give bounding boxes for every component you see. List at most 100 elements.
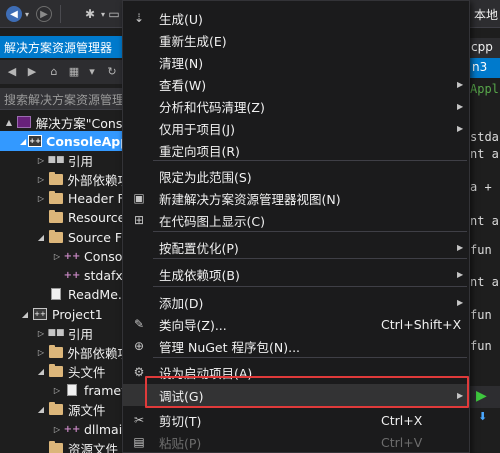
- solution-explorer-search[interactable]: 搜索解决方案资源管理: [0, 88, 130, 110]
- code-line: Appl: [470, 82, 499, 96]
- nuget-icon: ⊕: [133, 339, 145, 353]
- tree-item[interactable]: ReadMe.t: [0, 284, 130, 304]
- context-menu-item[interactable]: ✂ 剪切(T) Ctrl+X: [123, 409, 469, 431]
- forward-circle-icon[interactable]: ▶: [24, 64, 40, 80]
- context-menu-item[interactable]: 调试(G) ▶: [123, 384, 469, 406]
- pin-icon[interactable]: ⬇: [478, 410, 487, 423]
- expand-arrow-icon[interactable]: ◢: [36, 367, 46, 376]
- build-icon: ⇣: [133, 11, 145, 25]
- context-menu-item[interactable]: ▣ 新建解决方案资源管理器视图(N): [123, 187, 469, 209]
- views-dropdown-icon[interactable]: ▾: [84, 64, 100, 80]
- menu-item-label: 按配置优化(P): [159, 240, 239, 256]
- context-menu-item[interactable]: 查看(W) ▶: [123, 73, 469, 95]
- forward-button[interactable]: ▶: [34, 4, 54, 24]
- expand-arrow-icon[interactable]: ▷: [36, 348, 46, 357]
- sync-icon[interactable]: ↻: [104, 64, 120, 80]
- context-menu-item[interactable]: ⊕ 管理 NuGet 程序包(N)...: [123, 335, 469, 357]
- expand-arrow-icon[interactable]: ▷: [36, 194, 46, 203]
- expand-arrow-icon[interactable]: ▷: [36, 175, 46, 184]
- run-icon[interactable]: ▶: [476, 388, 487, 404]
- context-menu-item[interactable]: 重新生成(E): [123, 29, 469, 51]
- debug-target-label[interactable]: 本地: [474, 6, 498, 23]
- editor-tab-cpp[interactable]: cpp: [468, 38, 500, 58]
- expand-arrow-icon[interactable]: ▷: [52, 386, 62, 395]
- tree-item-label: ConsoleAppl: [46, 133, 130, 149]
- back-circle-icon[interactable]: ◀: [4, 64, 20, 80]
- code-map-icon: ⊞: [133, 213, 145, 227]
- context-menu-item[interactable]: 按配置优化(P) ▶: [123, 236, 469, 258]
- expand-arrow-icon[interactable]: ▷: [52, 425, 62, 434]
- back-dropdown-icon[interactable]: ▾: [22, 4, 32, 24]
- tree-item[interactable]: ◢ ++ Project1: [0, 304, 130, 324]
- open-folder-button[interactable]: ▭: [104, 4, 124, 24]
- tree-item[interactable]: ▷ ■■ 引用: [0, 150, 130, 170]
- expand-arrow-icon[interactable]: ▷: [36, 329, 46, 338]
- class-wizard-icon: ✎: [133, 317, 145, 331]
- cpp-file-icon: ++: [63, 423, 81, 435]
- cpp-project-icon: ++: [33, 308, 47, 320]
- context-menu-item[interactable]: 生成依赖项(B) ▶: [123, 263, 469, 285]
- expand-arrow-icon[interactable]: ◢: [20, 137, 26, 146]
- tree-item-label: Conso: [84, 248, 123, 264]
- tree-item[interactable]: ◢ Source Fil: [0, 227, 130, 247]
- context-menu-item[interactable]: ⇣ 生成(U): [123, 7, 469, 29]
- tree-item-label: 资源文件: [68, 441, 119, 453]
- expand-arrow-icon[interactable]: ▲: [4, 118, 14, 127]
- open-folder-icon: ▭: [108, 7, 120, 21]
- tree-item[interactable]: ◢ ++ ConsoleAppl: [0, 131, 130, 151]
- tree-item-label: ReadMe.t: [68, 286, 127, 302]
- folder-icon: [48, 190, 64, 205]
- submenu-arrow-icon: ▶: [457, 242, 464, 252]
- tree-item[interactable]: ▷ 外部依赖项: [0, 342, 130, 362]
- tree-item-label: 源文件: [68, 402, 106, 418]
- tree-item-label: 外部依赖项: [67, 345, 130, 361]
- menu-item-label: 生成依赖项(B): [159, 267, 240, 283]
- code-line: fun: [470, 243, 492, 257]
- expand-arrow-icon[interactable]: ▷: [36, 156, 46, 165]
- context-menu-item[interactable]: 仅用于项目(J) ▶: [123, 117, 469, 139]
- tree-item[interactable]: ▷ framev: [0, 380, 130, 400]
- tree-item-label: 外部依赖项: [67, 172, 130, 188]
- gear-icon: ⚙: [133, 365, 145, 379]
- expand-arrow-icon[interactable]: ◢: [36, 405, 46, 414]
- folder-icon: [48, 344, 64, 359]
- menu-item-label: 限定为此范围(S): [159, 169, 252, 185]
- tree-item[interactable]: Resource: [0, 207, 130, 227]
- tree-item[interactable]: ▲ 解决方案"Conso: [0, 112, 130, 132]
- expand-arrow-icon[interactable]: ◢: [20, 310, 30, 319]
- context-menu-item[interactable]: ✎ 类向导(Z)... Ctrl+Shift+X: [123, 313, 469, 335]
- tree-item[interactable]: ▷ Header Fi: [0, 188, 130, 208]
- tree-item[interactable]: ▷ ++ dllmair: [0, 419, 130, 439]
- code-line: nt a: [470, 214, 499, 228]
- code-line: stda: [470, 130, 499, 144]
- menu-item-label: 生成(U): [159, 11, 203, 27]
- context-menu-item[interactable]: ⊞ 在代码图上显示(C): [123, 209, 469, 231]
- solution-explorer-title: 解决方案资源管理器: [0, 36, 130, 58]
- expand-arrow-icon[interactable]: ▷: [52, 252, 62, 261]
- back-button[interactable]: ◀: [4, 4, 24, 24]
- editor-tab-active[interactable]: n3: [468, 58, 500, 78]
- context-menu-item[interactable]: 添加(D) ▶: [123, 291, 469, 313]
- switch-views-icon[interactable]: ▦: [66, 64, 82, 80]
- context-menu-item[interactable]: ⚙ 设为启动项目(A): [123, 361, 469, 383]
- tree-item[interactable]: ◢ 源文件: [0, 399, 130, 419]
- tree-item-label: 解决方案"Conso: [35, 115, 130, 131]
- tree-item[interactable]: ++ stdafx.: [0, 265, 130, 285]
- context-menu-item[interactable]: 重定向项目(R): [123, 139, 469, 161]
- menu-item-label: 管理 NuGet 程序包(N)...: [159, 339, 301, 355]
- tree-item[interactable]: ▷ ++ Conso: [0, 246, 130, 266]
- tree-item[interactable]: ◢ 头文件: [0, 361, 130, 381]
- context-menu-item[interactable]: 分析和代码清理(Z) ▶: [123, 95, 469, 117]
- folder-icon: [48, 209, 64, 224]
- tree-item[interactable]: ▷ ■■ 引用: [0, 323, 130, 343]
- new-project-button[interactable]: ✱: [80, 4, 100, 24]
- context-menu-item[interactable]: 清理(N): [123, 51, 469, 73]
- context-menu-item[interactable]: 限定为此范围(S): [123, 165, 469, 187]
- home-icon[interactable]: ⌂: [46, 64, 62, 80]
- expand-arrow-icon[interactable]: ◢: [36, 233, 46, 242]
- menu-separator: [153, 286, 467, 287]
- tree-item-label: Header Fi: [68, 190, 128, 206]
- tree-item[interactable]: ▷ 外部依赖项: [0, 169, 130, 189]
- tree-item[interactable]: 资源文件: [0, 438, 130, 453]
- menu-item-label: 调试(G): [159, 388, 204, 404]
